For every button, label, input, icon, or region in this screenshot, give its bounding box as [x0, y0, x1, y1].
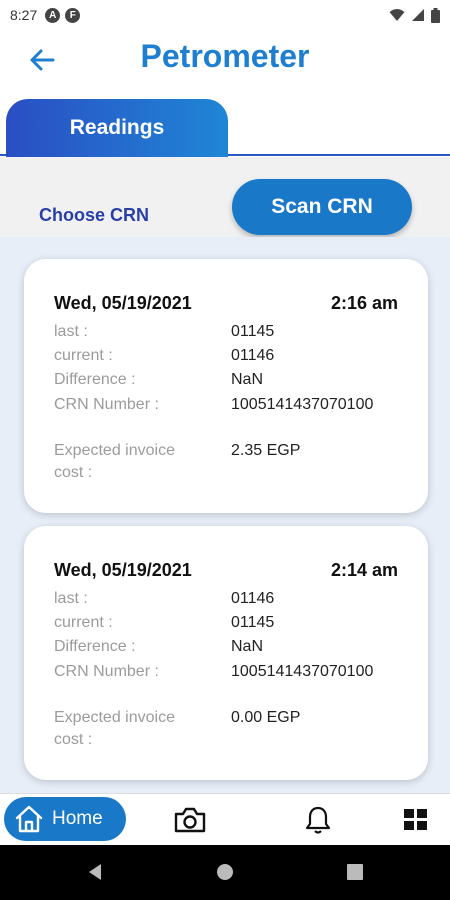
reading-date: Wed, 05/19/2021	[54, 293, 192, 313]
reading-time: 2:16 am	[330, 293, 398, 313]
crn-value: 1005141437070100	[231, 663, 374, 680]
readings-list: Wed, 05/19/2021 2:16 am last : 01145 cur…	[0, 237, 450, 793]
action-row: Choose CRN Scan CRN	[0, 157, 450, 237]
crn-value: 1005141437070100	[231, 396, 374, 413]
scan-crn-button[interactable]: Scan CRN	[232, 179, 412, 235]
page-title: Petrometer	[140, 38, 310, 74]
signal-icon	[412, 9, 424, 21]
current-label: current :	[54, 614, 113, 631]
reading-card[interactable]: Wed, 05/19/2021 2:14 am last : 01146 cur…	[24, 526, 428, 780]
nav-home-button[interactable]: Home	[4, 797, 126, 841]
difference-value: NaN	[231, 371, 264, 388]
last-label: last :	[54, 323, 88, 340]
home-icon	[15, 805, 43, 833]
system-back-icon[interactable]	[86, 863, 104, 881]
last-label: last :	[54, 590, 88, 607]
current-value: 01146	[231, 347, 275, 364]
last-value: 01146	[231, 590, 275, 607]
wifi-icon	[389, 9, 405, 21]
camera-icon	[174, 807, 206, 833]
nav-menu-button[interactable]	[398, 802, 434, 838]
crn-label: CRN Number :	[54, 663, 159, 680]
home-label: Home	[52, 808, 103, 829]
system-nav-bar	[0, 845, 450, 900]
current-label: current :	[54, 347, 113, 364]
notification-a-icon: A	[45, 7, 61, 23]
system-recents-icon[interactable]	[346, 863, 364, 881]
tab-readings[interactable]: Readings	[6, 99, 228, 157]
expected-cost-label: Expected invoice cost :	[54, 442, 175, 481]
battery-icon	[431, 7, 440, 23]
last-value: 01145	[231, 323, 275, 340]
status-time: 8:27	[10, 7, 38, 23]
reading-date: Wed, 05/19/2021	[54, 560, 192, 580]
current-value: 01145	[231, 614, 275, 631]
difference-value: NaN	[231, 638, 264, 655]
reading-time: 2:14 am	[330, 560, 398, 580]
reading-card[interactable]: Wed, 05/19/2021 2:16 am last : 01145 cur…	[24, 259, 428, 513]
bell-icon	[305, 806, 331, 834]
app-header: Petrometer	[0, 30, 450, 92]
tab-bar: Readings	[0, 96, 450, 157]
grid-icon	[404, 809, 427, 830]
bottom-nav: Home	[0, 793, 450, 845]
difference-label: Difference :	[54, 371, 136, 388]
expected-cost-value: 2.35 EGP	[231, 442, 301, 459]
system-home-icon[interactable]	[216, 863, 234, 881]
expected-cost-value: 0.00 EGP	[231, 709, 301, 726]
difference-label: Difference :	[54, 638, 136, 655]
status-bar: 8:27 A F	[0, 0, 450, 30]
crn-label: CRN Number :	[54, 396, 159, 413]
nav-notifications-button[interactable]	[300, 802, 336, 838]
notification-f-icon: F	[65, 7, 81, 23]
choose-crn-link[interactable]: Choose CRN	[39, 205, 149, 226]
expected-cost-label: Expected invoice cost :	[54, 709, 175, 748]
nav-camera-button[interactable]	[172, 802, 208, 838]
